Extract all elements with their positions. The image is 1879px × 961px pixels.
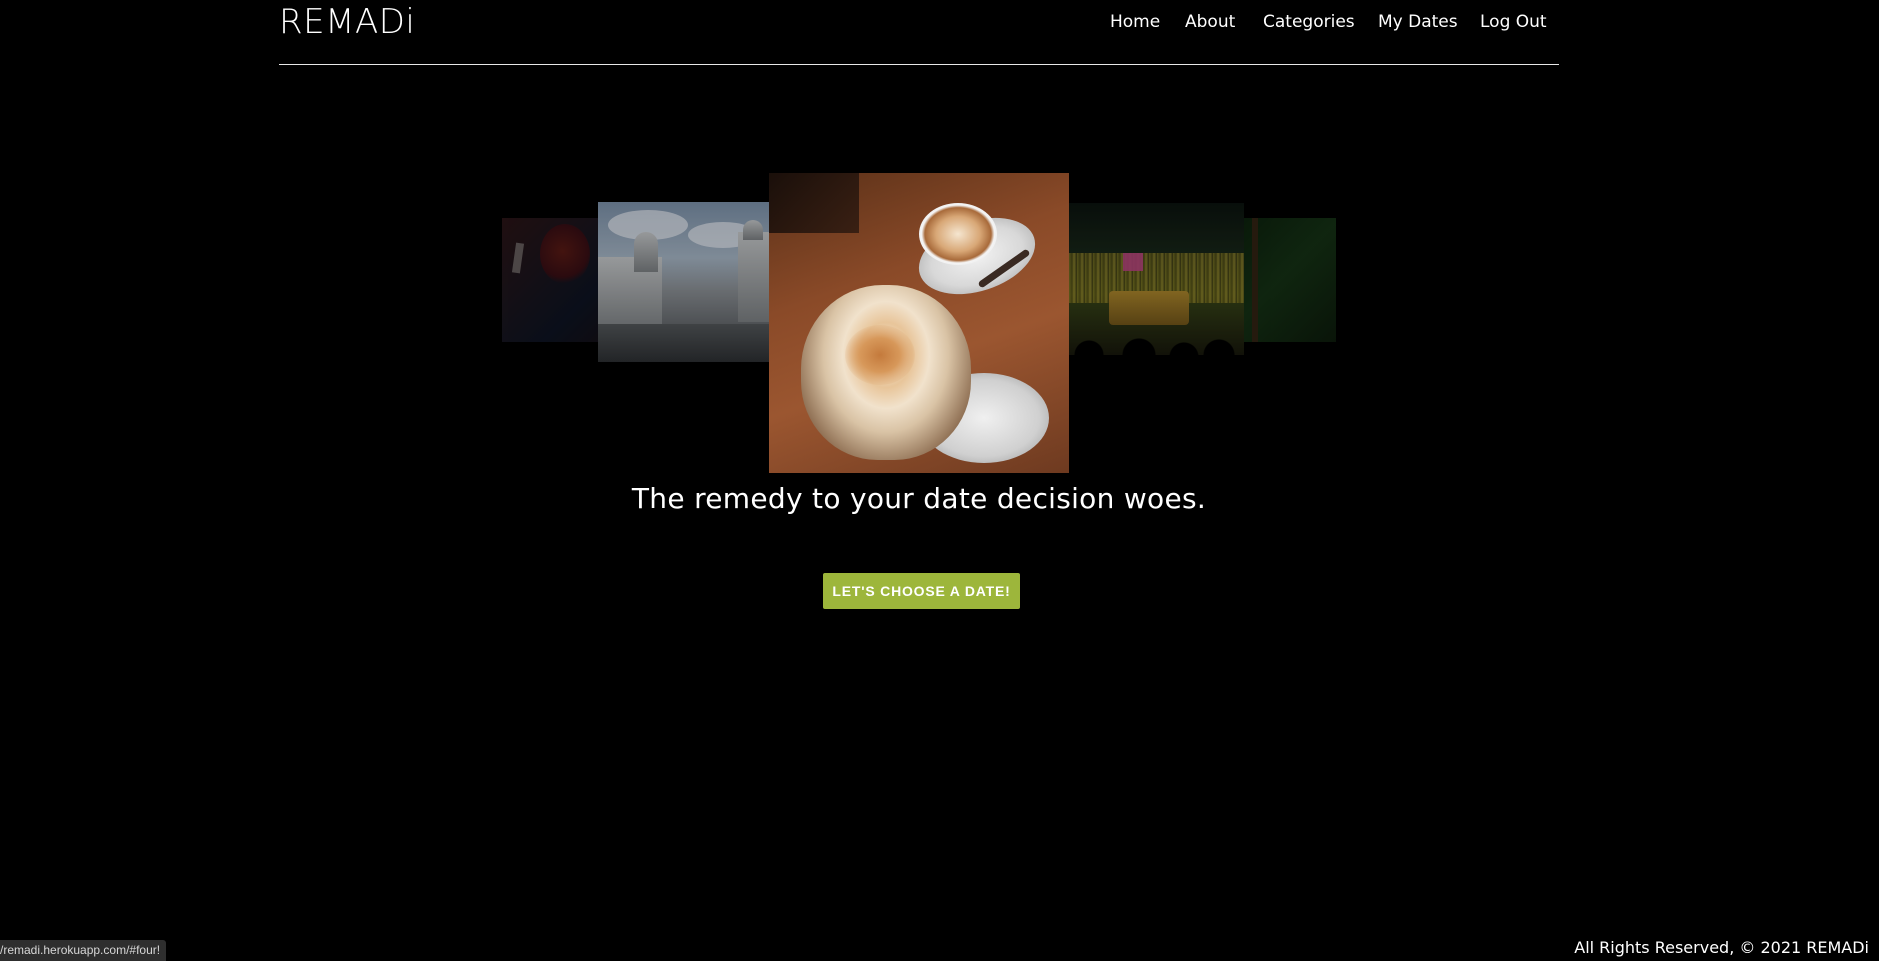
carousel-slide-right[interactable]: [1069, 203, 1244, 355]
page: REMADi Home About Categories My Dates Lo…: [0, 0, 1879, 961]
hero-tagline: The remedy to your date decision woes.: [631, 482, 1207, 515]
footer-copyright: All Rights Reserved, © 2021 REMADi: [1574, 938, 1869, 957]
carousel-slide-far-left[interactable]: [502, 218, 598, 342]
carousel-slide-far-right[interactable]: [1244, 218, 1336, 342]
carousel-slide-left[interactable]: [598, 202, 770, 362]
choose-date-button[interactable]: LET'S CHOOSE A DATE!: [823, 573, 1020, 609]
browser-status-url: /remadi.herokuapp.com/#four!: [0, 940, 167, 961]
carousel-slide-active[interactable]: [769, 173, 1069, 473]
image-carousel: [0, 0, 1879, 961]
